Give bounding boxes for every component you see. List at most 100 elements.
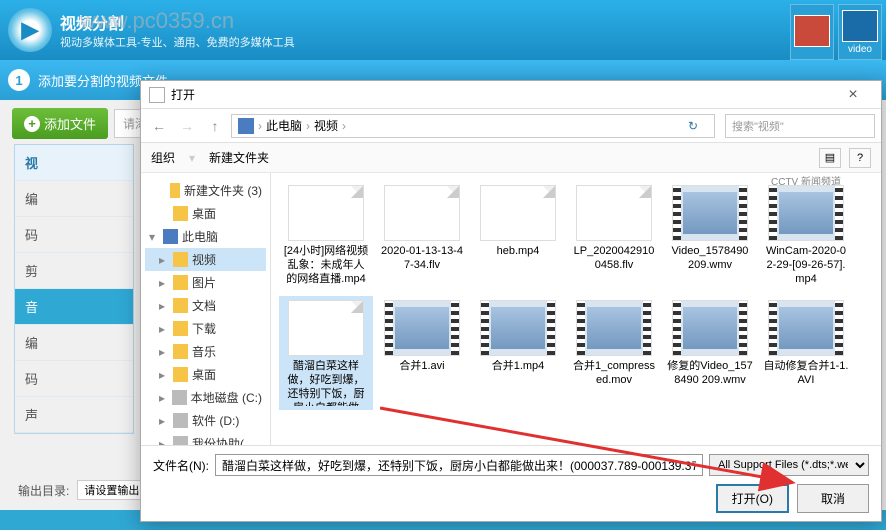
drive-icon bbox=[173, 436, 188, 445]
tree-item[interactable]: ▸我份协助( bbox=[145, 432, 266, 445]
side-tab-video-header[interactable]: 视 bbox=[15, 145, 133, 181]
file-thumbnail bbox=[288, 185, 364, 241]
side-tab-audio-header[interactable]: 音 bbox=[15, 289, 133, 325]
file-name: [24小时]网络视频乱象：未成年人的网络直播.mp4 bbox=[283, 245, 369, 286]
folder-icon bbox=[173, 298, 188, 313]
nav-forward-icon[interactable]: → bbox=[175, 114, 199, 138]
tree-item[interactable]: ▸文档 bbox=[145, 294, 266, 317]
side-tab-3[interactable]: 剪 bbox=[15, 253, 133, 289]
right-shortcut-video[interactable]: video bbox=[838, 4, 882, 60]
refresh-icon[interactable]: ↻ bbox=[688, 119, 708, 133]
file-name: 合并1_compressed.mov bbox=[571, 360, 657, 388]
close-icon[interactable]: × bbox=[833, 86, 873, 104]
file-name: 合并1.avi bbox=[399, 360, 444, 374]
app-header: ▶ 视频分割 视动多媒体工具-专业、通用、免费的多媒体工具 bbox=[0, 0, 886, 60]
file-name: 2020-01-13-13-47-34.flv bbox=[379, 245, 465, 273]
breadcrumb[interactable]: › 此电脑 › 视频 › ↻ bbox=[231, 114, 715, 138]
folder-icon bbox=[170, 183, 180, 198]
file-grid[interactable]: CCTV 新闻频道 [24小时]网络视频乱象：未成年人的网络直播.mp42020… bbox=[271, 173, 881, 445]
file-item[interactable]: 自动修复合并1-1.AVI bbox=[759, 296, 853, 410]
dialog-icon bbox=[149, 87, 165, 103]
organize-menu[interactable]: 组织 bbox=[151, 149, 175, 166]
file-thumbnail bbox=[672, 185, 748, 241]
nav-up-icon[interactable]: ↑ bbox=[203, 114, 227, 138]
breadcrumb-folder[interactable]: 视频 bbox=[314, 117, 338, 134]
tree-item[interactable]: 新建文件夹 (3) bbox=[145, 179, 266, 202]
folder-icon bbox=[173, 367, 188, 382]
nav-back-icon[interactable]: ← bbox=[147, 114, 171, 138]
folder-icon bbox=[173, 206, 188, 221]
file-item[interactable]: 合并1_compressed.mov bbox=[567, 296, 661, 410]
side-tab-6[interactable]: 声 bbox=[15, 397, 133, 433]
filename-input[interactable] bbox=[215, 454, 703, 476]
file-name: heb.mp4 bbox=[497, 245, 540, 259]
add-file-button[interactable]: 添加文件 bbox=[12, 108, 108, 139]
new-folder-button[interactable]: 新建文件夹 bbox=[209, 149, 269, 166]
file-item[interactable]: 醋溜白菜这样做，好吃到爆，还特别下饭，厨房小白都能做出... bbox=[279, 296, 373, 410]
file-item[interactable]: 合并1.mp4 bbox=[471, 296, 565, 410]
folder-icon bbox=[173, 344, 188, 359]
side-tabs: 视 编 码 剪 音 编 码 声 bbox=[14, 144, 134, 434]
file-name: Video_1578490 209.wmv bbox=[667, 245, 753, 273]
pc-icon bbox=[163, 229, 178, 244]
breadcrumb-pc[interactable]: 此电脑 bbox=[266, 117, 302, 134]
app-subtitle: 视动多媒体工具-专业、通用、免费的多媒体工具 bbox=[60, 34, 295, 50]
output-label: 输出目录: bbox=[18, 482, 69, 499]
dialog-titlebar: 打开 × bbox=[141, 81, 881, 109]
file-item[interactable]: WinCam-2020-02-29-[09-26-57].mp4 bbox=[759, 181, 853, 290]
file-thumbnail bbox=[288, 300, 364, 356]
search-input[interactable]: 搜索"视频" bbox=[725, 114, 875, 138]
file-name: LP_2020042910 0458.flv bbox=[571, 245, 657, 273]
file-thumbnail bbox=[480, 300, 556, 356]
folder-icon bbox=[173, 275, 188, 290]
tree-item[interactable]: 桌面 bbox=[145, 202, 266, 225]
tree-item[interactable]: ▾此电脑 bbox=[145, 225, 266, 248]
view-mode-icon[interactable]: ▤ bbox=[819, 148, 841, 168]
file-thumbnail bbox=[576, 185, 652, 241]
file-item[interactable]: Video_1578490 209.wmv bbox=[663, 181, 757, 290]
file-name: 醋溜白菜这样做，好吃到爆，还特别下饭，厨房小白都能做出... bbox=[283, 360, 369, 406]
pc-icon bbox=[238, 118, 254, 134]
file-item[interactable]: heb.mp4 bbox=[471, 181, 565, 290]
file-item[interactable]: 修复的Video_1578490 209.wmv bbox=[663, 296, 757, 410]
tree-item[interactable]: ▸音乐 bbox=[145, 340, 266, 363]
open-button[interactable]: 打开(O) bbox=[716, 484, 789, 513]
file-type-filter[interactable]: All Support Files (*.dts;*.web bbox=[709, 454, 869, 476]
file-thumbnail bbox=[384, 300, 460, 356]
side-tab-1[interactable]: 编 bbox=[15, 181, 133, 217]
tree-item[interactable]: ▸图片 bbox=[145, 271, 266, 294]
dialog-title: 打开 bbox=[171, 86, 195, 103]
file-name: 修复的Video_1578490 209.wmv bbox=[667, 360, 753, 388]
right-shortcut-red[interactable] bbox=[790, 4, 834, 60]
file-thumbnail bbox=[768, 185, 844, 241]
side-tab-2[interactable]: 码 bbox=[15, 217, 133, 253]
step-number: 1 bbox=[8, 69, 30, 91]
folder-tree[interactable]: 新建文件夹 (3)桌面▾此电脑▸视频▸图片▸文档▸下载▸音乐▸桌面▸本地磁盘 (… bbox=[141, 173, 271, 445]
app-logo-icon: ▶ bbox=[8, 8, 52, 52]
file-thumbnail bbox=[768, 300, 844, 356]
file-item[interactable]: [24小时]网络视频乱象：未成年人的网络直播.mp4 bbox=[279, 181, 373, 290]
file-name: 自动修复合并1-1.AVI bbox=[763, 360, 849, 388]
tree-item[interactable]: ▸桌面 bbox=[145, 363, 266, 386]
drive-icon bbox=[173, 413, 188, 428]
file-item[interactable]: LP_2020042910 0458.flv bbox=[567, 181, 661, 290]
folder-icon bbox=[173, 252, 188, 267]
tree-item[interactable]: ▸下载 bbox=[145, 317, 266, 340]
file-item[interactable]: 合并1.avi bbox=[375, 296, 469, 410]
file-name: 合并1.mp4 bbox=[492, 360, 545, 374]
file-thumbnail bbox=[576, 300, 652, 356]
side-tab-4[interactable]: 编 bbox=[15, 325, 133, 361]
help-icon[interactable]: ? bbox=[849, 148, 871, 168]
tree-item[interactable]: ▸软件 (D:) bbox=[145, 409, 266, 432]
file-open-dialog: 打开 × ← → ↑ › 此电脑 › 视频 › ↻ 搜索"视频" 组织 ▾ 新建… bbox=[140, 80, 882, 522]
side-tab-5[interactable]: 码 bbox=[15, 361, 133, 397]
filename-label: 文件名(N): bbox=[153, 457, 209, 474]
tree-item[interactable]: ▸本地磁盘 (C:) bbox=[145, 386, 266, 409]
cancel-button[interactable]: 取消 bbox=[797, 484, 869, 513]
file-thumbnail bbox=[672, 300, 748, 356]
tree-item[interactable]: ▸视频 bbox=[145, 248, 266, 271]
file-item[interactable]: 2020-01-13-13-47-34.flv bbox=[375, 181, 469, 290]
file-name: WinCam-2020-02-29-[09-26-57].mp4 bbox=[763, 245, 849, 286]
file-thumbnail bbox=[480, 185, 556, 241]
file-thumbnail bbox=[384, 185, 460, 241]
